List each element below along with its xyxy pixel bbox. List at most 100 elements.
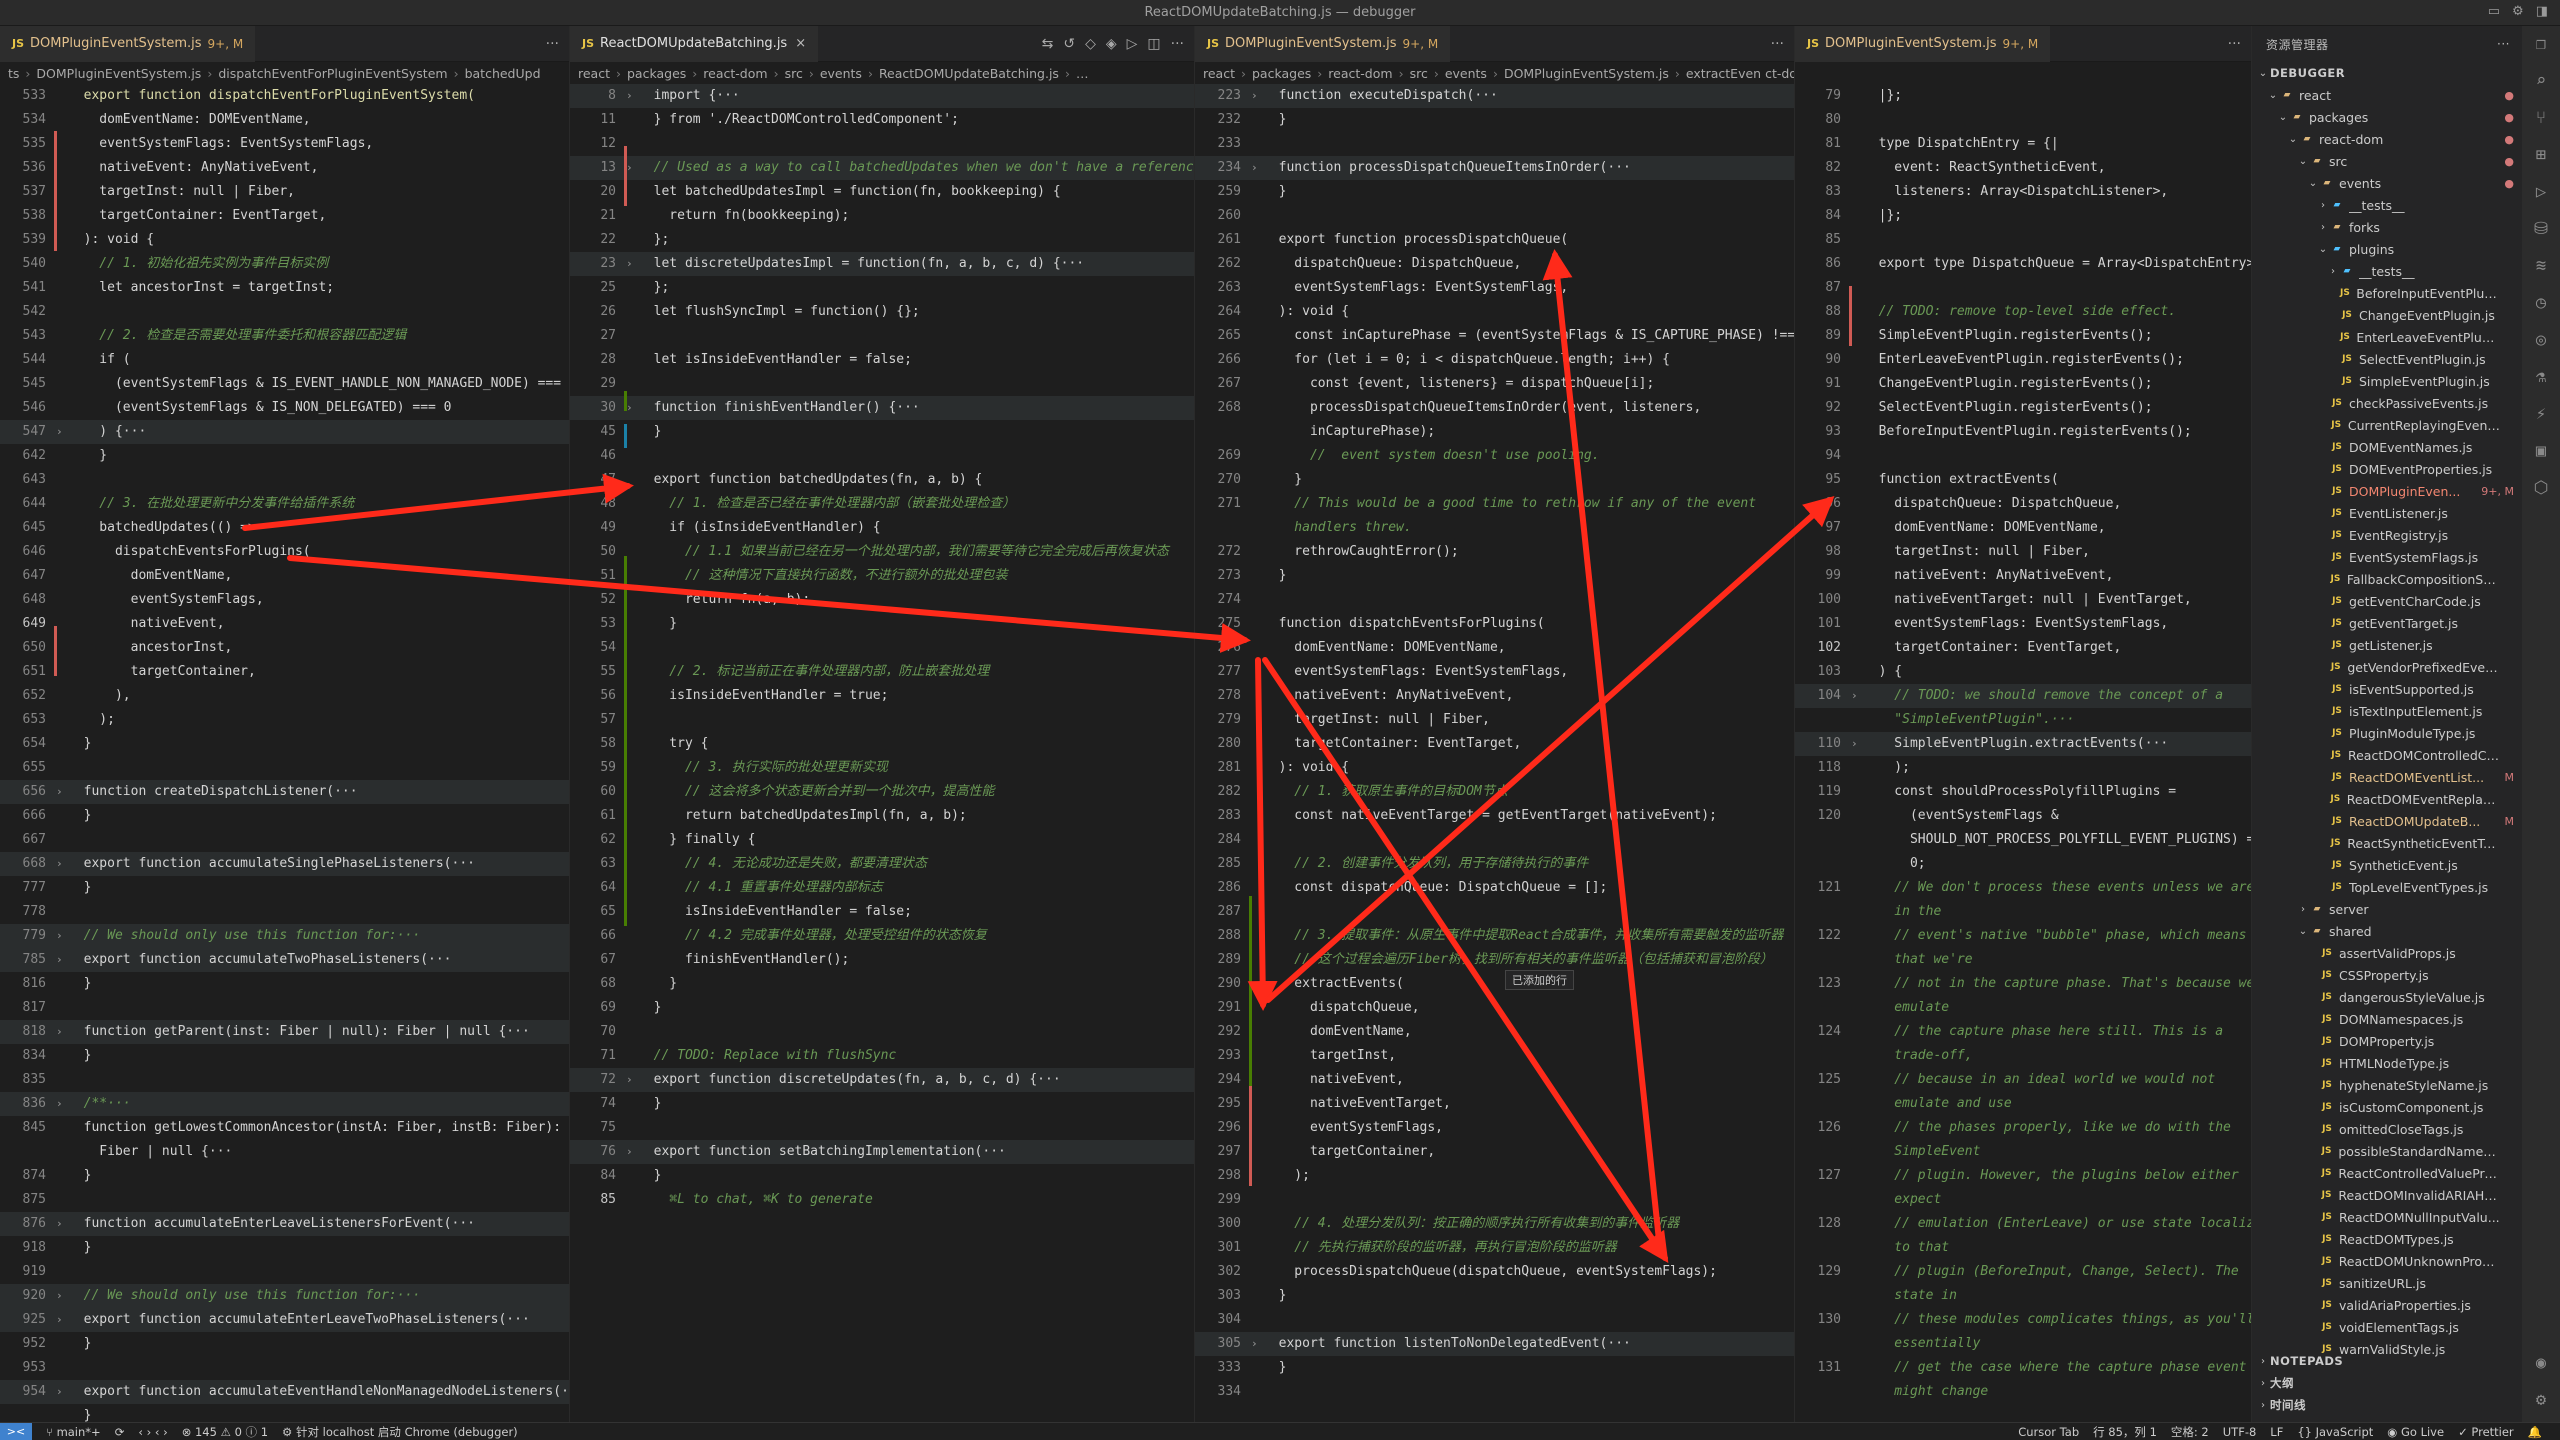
more-actions-icon[interactable]: ··· [546,36,559,52]
file-item[interactable]: JS getVendorPrefixedEvent... [2252,656,2522,678]
fold-chevron-icon[interactable]: › [626,396,638,420]
file-item[interactable]: JS ReactDOMNullInputValu... [2252,1206,2522,1228]
file-item[interactable]: JS sanitizeURL.js [2252,1272,2522,1294]
breadcrumb-item[interactable]: … [1076,66,1089,81]
folder-item[interactable]: ⌄ ▰ packages ● [2252,106,2522,128]
fold-chevron-icon[interactable]: › [56,1284,68,1308]
fold-chevron-icon[interactable]: › [56,924,68,948]
file-item[interactable]: JS voidElementTags.js [2252,1316,2522,1338]
layers-icon[interactable]: ≋ [2536,256,2546,276]
file-item[interactable]: JS possibleStandardNames.js [2252,1140,2522,1162]
explorer-section-header[interactable]: › NOTEPADS [2252,1350,2522,1372]
editor-tab[interactable]: JS DOMPluginEventSystem.js 9+, M [1195,26,1451,62]
breadcrumb-item[interactable]: react [578,66,610,81]
file-item[interactable]: JS DOMPluginEven... 9+, M [2252,480,2522,502]
search-icon[interactable]: ⌕ [2536,71,2546,91]
file-item[interactable]: JS FallbackCompositionStat... [2252,568,2522,590]
file-item[interactable]: JS isEventSupported.js [2252,678,2522,700]
file-item[interactable]: JS getEventCharCode.js [2252,590,2522,612]
compare-icon[interactable]: ⇆ [1042,36,1054,52]
breadcrumb-item[interactable]: packages [627,66,686,81]
code-area[interactable]: 8 › import {··· 11 } from './ReactDOMContr… [570,84,1194,1212]
sidebar-toggle-icon[interactable]: ◨ [2536,4,2548,19]
source-control-icon[interactable]: ⑂ [2536,108,2546,128]
fold-chevron-icon[interactable]: › [56,948,68,972]
file-item[interactable]: JS ChangeEventPlugin.js [2252,304,2522,326]
run-debug-icon[interactable]: ▷ [2536,182,2546,202]
file-item[interactable]: JS HTMLNodeType.js [2252,1052,2522,1074]
explorer-section-header[interactable]: › 时间线 [2252,1394,2522,1416]
package-icon[interactable]: ⬡ [2534,478,2549,498]
file-item[interactable]: JS dangerousStyleValue.js [2252,986,2522,1008]
notifications-icon[interactable]: 🔔 [2528,1425,2542,1439]
file-item[interactable]: JS checkPassiveEvents.js [2252,392,2522,414]
timeline-icon[interactable]: ◷ [2536,293,2546,313]
panel-toggle-icon[interactable]: ▭ [2488,4,2500,19]
fold-chevron-icon[interactable]: › [1251,84,1263,108]
file-item[interactable]: JS getEventTarget.js [2252,612,2522,634]
prev-change-icon[interactable]: ◇ [1085,36,1096,52]
problems-button[interactable]: ⊗ 145 ⚠ 0 ⓘ 1 [182,1424,268,1440]
file-item[interactable]: JS validAriaProperties.js [2252,1294,2522,1316]
folder-item[interactable]: ⌄ ▰ plugins [2252,238,2522,260]
file-item[interactable]: JS ReactDOMTypes.js [2252,1228,2522,1250]
breadcrumb-item[interactable]: react-dom [703,66,767,81]
folder-item[interactable]: › ▰ __tests__ [2252,194,2522,216]
more-actions-icon[interactable]: ··· [2497,37,2510,51]
file-item[interactable]: JS ReactDOMControlledCo... [2252,744,2522,766]
file-item[interactable]: JS hyphenateStyleName.js [2252,1074,2522,1096]
file-item[interactable]: JS ReactDOMUnknownProp... [2252,1250,2522,1272]
language-mode-button[interactable]: {} JavaScript [2297,1425,2373,1439]
split-editor-icon[interactable]: ◫ [1147,36,1160,52]
breadcrumb-item[interactable]: dispatchEventForPluginEventSystem [218,66,447,81]
explorer-section-header[interactable]: › 大纲 [2252,1372,2522,1394]
close-icon[interactable]: × [795,36,806,51]
files-icon[interactable]: ❐ [2536,34,2546,54]
fold-chevron-icon[interactable]: › [626,1068,638,1092]
fold-chevron-icon[interactable]: › [56,1380,68,1404]
git-branch-button[interactable]: ⑂ main*+ [46,1425,101,1439]
folder-item[interactable]: ⌄ ▰ events ● [2252,172,2522,194]
more-actions-icon[interactable]: ··· [2228,36,2241,52]
fold-chevron-icon[interactable]: › [56,420,68,444]
cursor-tab-button[interactable]: Cursor Tab [2018,1425,2079,1439]
fold-chevron-icon[interactable]: › [56,1092,68,1116]
breadcrumb-item[interactable]: DOMPluginEventSystem.js [36,66,201,81]
code-area[interactable]: 533 export function dispatchEventForPlug… [0,84,569,1422]
cursor-position-button[interactable]: 行 85，列 1 [2093,1424,2157,1440]
file-item[interactable]: JS DOMNamespaces.js [2252,1008,2522,1030]
next-change-icon[interactable]: ◈ [1106,36,1117,52]
fold-chevron-icon[interactable]: › [626,1140,638,1164]
breadcrumb-item[interactable]: react [1203,66,1235,81]
fold-chevron-icon[interactable]: › [626,252,638,276]
file-item[interactable]: JS SimpleEventPlugin.js [2252,370,2522,392]
file-item[interactable]: JS SelectEventPlugin.js [2252,348,2522,370]
file-item[interactable]: JS ReactDOMEventList... M [2252,766,2522,788]
live-share-icon[interactable]: ⚡ [2536,404,2546,424]
file-item[interactable]: JS ReactDOMInvalidARIAHo... [2252,1184,2522,1206]
prettier-button[interactable]: ✓ Prettier [2458,1425,2514,1439]
file-item[interactable]: JS EventListener.js [2252,502,2522,524]
account-icon[interactable]: ◉ [2536,1353,2546,1373]
file-item[interactable]: JS TopLevelEventTypes.js [2252,876,2522,898]
folder-item[interactable]: › ▰ __tests__ [2252,260,2522,282]
editor-tab[interactable]: JS DOMPluginEventSystem.js 9+, M [0,26,256,62]
breadcrumb-item[interactable]: events [820,66,862,81]
file-item[interactable]: JS SyntheticEvent.js [2252,854,2522,876]
fold-chevron-icon[interactable]: › [1251,1332,1263,1356]
file-item[interactable]: JS DOMEventProperties.js [2252,458,2522,480]
breadcrumb-item[interactable]: batchedUpd [465,66,541,81]
editor-tab[interactable]: JS DOMPluginEventSystem.js 9+, M [1795,26,2051,62]
folder-item[interactable]: ⌄ ▰ react ● [2252,84,2522,106]
fold-chevron-icon[interactable]: › [626,156,638,180]
file-item[interactable]: JS ReactDOMUpdateB... M [2252,810,2522,832]
file-item[interactable]: JS EnterLeaveEventPlugin.js [2252,326,2522,348]
fold-chevron-icon[interactable]: › [1251,156,1263,180]
breadcrumb-item[interactable]: packages [1252,66,1311,81]
fold-chevron-icon[interactable]: › [56,1308,68,1332]
file-item[interactable]: JS ReactDOMEventReplayin... [2252,788,2522,810]
file-item[interactable]: JS DOMEventNames.js [2252,436,2522,458]
editor-tab[interactable]: JS ReactDOMUpdateBatching.js × [570,26,819,62]
file-item[interactable]: JS ReactSyntheticEventTyp... [2252,832,2522,854]
breadcrumb-item[interactable]: src [1410,66,1428,81]
